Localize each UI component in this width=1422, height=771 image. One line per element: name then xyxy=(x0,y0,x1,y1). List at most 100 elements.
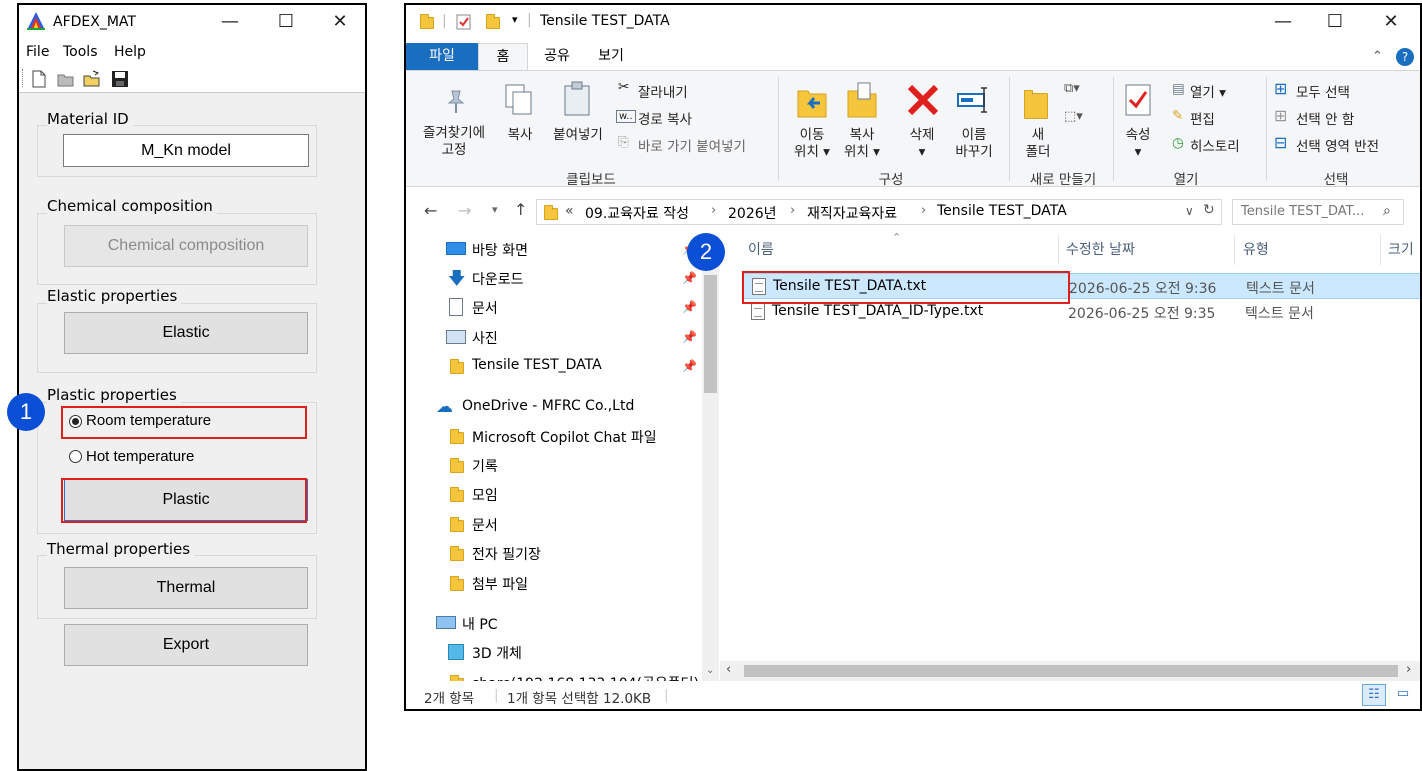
ribbon-separator-3 xyxy=(1113,77,1114,181)
column-date[interactable]: 수정한 날짜 xyxy=(1066,239,1135,259)
menu-file[interactable]: File xyxy=(26,44,49,60)
elastic-button[interactable]: Elastic xyxy=(64,312,308,354)
tab-view[interactable]: 보기 xyxy=(586,43,636,70)
breadcrumb-3[interactable]: 재직자교육자료 xyxy=(807,203,897,223)
copy-path-button[interactable]: 경로 복사 xyxy=(638,108,692,128)
edit-button[interactable]: 편집 xyxy=(1190,108,1215,128)
easy-access-icon[interactable]: ⬚▾ xyxy=(1064,109,1083,124)
folder-icon xyxy=(420,14,434,29)
scroll-left-icon[interactable]: ‹ xyxy=(726,662,731,677)
menu-help[interactable]: Help xyxy=(114,44,146,60)
explorer-close-button[interactable]: ✕ xyxy=(1368,5,1414,39)
open-file-icon[interactable] xyxy=(83,70,101,88)
history-button[interactable]: 히스토리 xyxy=(1190,135,1240,155)
collapse-ribbon-icon[interactable]: ⌃ xyxy=(1372,49,1383,64)
new-item-icon[interactable]: ⧉▾ xyxy=(1064,81,1080,96)
tab-home[interactable]: 홈 xyxy=(478,43,528,70)
invert-selection-button[interactable]: 선택 영역 반전 xyxy=(1296,135,1379,155)
menu-tools[interactable]: Tools xyxy=(63,44,98,60)
column-size[interactable]: 크기 xyxy=(1388,239,1414,259)
status-divider: | xyxy=(494,687,499,703)
copy-button[interactable]: 복사 xyxy=(500,127,540,144)
nav-onedrive[interactable]: ☁ OneDrive - MFRC Co.,Ltd xyxy=(406,393,702,421)
hot-temperature-radio[interactable] xyxy=(69,450,82,463)
thermal-button[interactable]: Thermal xyxy=(64,567,308,609)
search-icon[interactable]: ⌕ xyxy=(1383,203,1391,219)
nav-pictures[interactable]: 사진 📌 xyxy=(406,323,702,351)
plastic-label: Plastic properties xyxy=(47,386,181,404)
nav-3d-objects[interactable]: 3D 개체 xyxy=(406,638,702,666)
nav-records[interactable]: 기록 xyxy=(406,451,702,479)
nav-tensile-test-data[interactable]: Tensile TEST_DATA 📌 xyxy=(406,352,702,380)
details-view-icon[interactable]: ☷ xyxy=(1362,684,1386,706)
select-none-button[interactable]: 선택 안 함 xyxy=(1296,108,1354,128)
large-icons-view-icon[interactable]: ▭ xyxy=(1392,684,1414,706)
address-dropdown-icon[interactable]: ∨ xyxy=(1185,204,1194,218)
nav-copilot-files[interactable]: Microsoft Copilot Chat 파일 xyxy=(406,422,702,450)
thermal-label: Thermal properties xyxy=(47,540,195,558)
nav-this-pc[interactable]: 내 PC xyxy=(406,609,702,637)
nav-label: 다운로드 xyxy=(472,272,524,288)
forward-icon[interactable]: → xyxy=(458,201,471,220)
column-name[interactable]: 이름 xyxy=(748,239,774,259)
save-icon[interactable] xyxy=(111,70,129,88)
help-icon[interactable]: ? xyxy=(1396,48,1414,66)
breadcrumb-4[interactable]: Tensile TEST_DATA xyxy=(937,203,1067,219)
open-folder-icon[interactable] xyxy=(57,70,75,88)
file-horizontal-scrollbar[interactable]: ‹ › xyxy=(720,661,1420,681)
explorer-maximize-button[interactable]: ☐ xyxy=(1312,5,1358,39)
search-box[interactable]: Tensile TEST_DAT... ⌕ xyxy=(1232,199,1404,225)
material-id-field[interactable]: M_Kn model xyxy=(63,134,309,167)
column-type[interactable]: 유형 xyxy=(1243,239,1269,259)
nav-notebooks[interactable]: 전자 필기장 xyxy=(406,539,702,567)
nav-label: 기록 xyxy=(472,459,498,475)
paste-button[interactable]: 붙여넣기 xyxy=(546,127,610,144)
folder-icon xyxy=(450,546,464,561)
nav-meetings[interactable]: 모임 xyxy=(406,480,702,508)
scroll-right-icon[interactable]: › xyxy=(1406,662,1411,677)
paste-shortcut-button[interactable]: 바로 가기 붙여넣기 xyxy=(638,135,746,155)
explorer-minimize-button[interactable]: — xyxy=(1260,5,1306,39)
breadcrumb-2[interactable]: 2026년 xyxy=(728,203,777,223)
nav-downloads[interactable]: 🡇 다운로드 📌 xyxy=(406,264,702,292)
cut-button[interactable]: 잘라내기 xyxy=(638,81,688,101)
tab-file[interactable]: 파일 xyxy=(406,43,478,70)
up-icon[interactable]: ↑ xyxy=(514,200,527,219)
horizontal-scroll-thumb[interactable] xyxy=(744,665,1398,677)
nav-desktop[interactable]: 바탕 화면 📌 xyxy=(406,235,702,263)
copy-to-button[interactable]: 복사 위치 ▾ xyxy=(836,127,888,161)
new-folder-button[interactable]: 새 폴더 xyxy=(1014,127,1062,161)
new-file-icon[interactable] xyxy=(30,70,48,88)
select-all-icon: ⊞ xyxy=(1274,79,1288,98)
tab-share[interactable]: 공유 xyxy=(532,43,582,70)
new-folder-qat-icon[interactable] xyxy=(486,14,500,29)
folder-icon xyxy=(450,487,464,502)
refresh-icon[interactable]: ↻ xyxy=(1203,202,1215,218)
close-button[interactable]: ✕ xyxy=(317,5,363,39)
nav-network-share[interactable]: share(192.168.133.104(공유폴더) xyxy=(406,668,702,681)
recent-dropdown-icon[interactable]: ▾ xyxy=(492,203,498,216)
nav-scrollbar[interactable]: ⌃ ⌄ xyxy=(702,235,719,681)
nav-scroll-thumb[interactable] xyxy=(704,275,717,393)
select-all-button[interactable]: 모두 선택 xyxy=(1296,81,1350,101)
hot-temperature-label[interactable]: Hot temperature xyxy=(86,448,194,465)
address-overflow[interactable]: « xyxy=(565,203,574,219)
rename-button[interactable]: 이름 바꾸기 xyxy=(946,127,1002,161)
properties-check-icon[interactable] xyxy=(456,14,472,30)
delete-button[interactable]: 삭제 ▾ xyxy=(898,127,946,161)
pin-quick-access-button[interactable]: 즐겨찾기에 고정 xyxy=(412,125,496,159)
minimize-button[interactable]: — xyxy=(207,5,253,39)
maximize-button[interactable]: ☐ xyxy=(263,5,309,39)
properties-button[interactable]: 속성 ▾ xyxy=(1116,127,1160,161)
nav-attachments[interactable]: 첨부 파일 xyxy=(406,569,702,597)
nav-documents[interactable]: 문서 📌 xyxy=(406,293,702,321)
open-dropdown-button[interactable]: 열기 ▾ xyxy=(1190,81,1226,101)
qat-dropdown-icon[interactable]: ▾ xyxy=(512,13,518,26)
breadcrumb-1[interactable]: 09.교육자료 작성 xyxy=(585,203,689,223)
nav-onedrive-documents[interactable]: 문서 xyxy=(406,510,702,538)
address-bar[interactable]: « 09.교육자료 작성 › 2026년 › 재직자교육자료 › Tensile… xyxy=(536,199,1222,225)
back-icon[interactable]: ← xyxy=(424,201,437,220)
export-button[interactable]: Export xyxy=(64,624,308,666)
scroll-down-icon[interactable]: ⌄ xyxy=(706,665,714,676)
move-to-button[interactable]: 이동 위치 ▾ xyxy=(786,127,838,161)
